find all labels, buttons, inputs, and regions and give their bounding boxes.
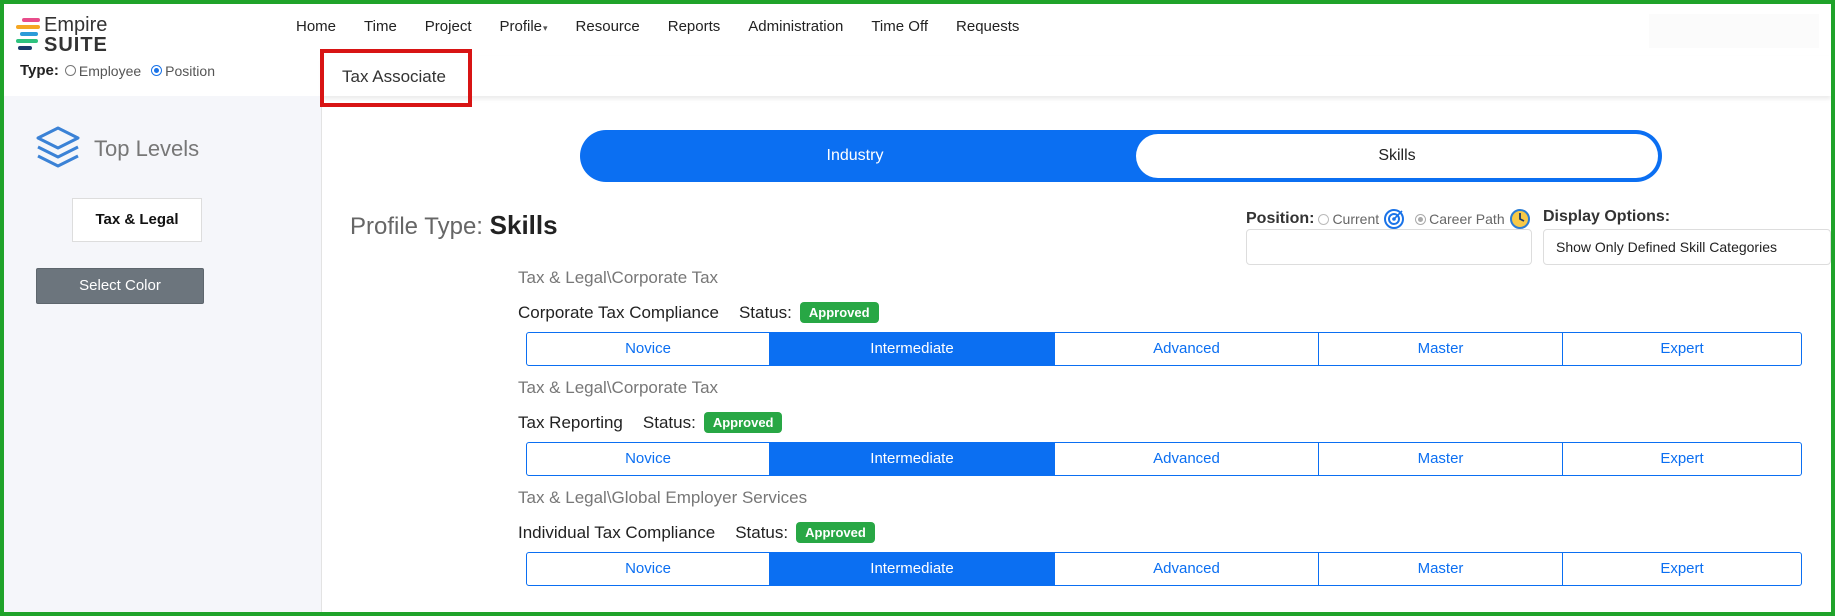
type-label: Type: — [20, 62, 59, 79]
nav-profile-label: Profile — [499, 18, 543, 35]
nav-home[interactable]: Home — [296, 18, 336, 35]
skill-level-selector: Novice Intermediate Advanced Master Expe… — [526, 332, 1802, 366]
clock-icon — [1509, 209, 1530, 229]
level-expert[interactable]: Expert — [1563, 443, 1801, 475]
nav-menu: Home Time Project Profile▾ Resource Repo… — [296, 18, 1047, 35]
type-selector: Type: Employee Position — [20, 62, 215, 79]
skill-name: Individual Tax Compliance — [518, 522, 716, 542]
skill-header: Individual Tax Compliance Status: Approv… — [518, 522, 875, 543]
level-master[interactable]: Master — [1319, 333, 1563, 365]
display-options-select[interactable]: Show Only Defined Skill Categories — [1543, 229, 1831, 265]
skill-header: Tax Reporting Status: Approved — [518, 412, 783, 433]
skill-level-selector: Novice Intermediate Advanced Master Expe… — [526, 552, 1802, 586]
nav-reports[interactable]: Reports — [668, 18, 721, 35]
skill-name: Tax Reporting — [518, 412, 623, 432]
level-intermediate[interactable]: Intermediate — [770, 333, 1055, 365]
sidebar-heading: Top Levels — [94, 136, 200, 161]
type-position-label: Position — [165, 62, 215, 79]
status-badge: Approved — [703, 412, 783, 433]
status-label: Status: — [735, 522, 789, 542]
nav-profile[interactable]: Profile▾ — [499, 18, 547, 35]
nav-time-off[interactable]: Time Off — [871, 18, 928, 35]
page-title: Tax Associate — [342, 67, 446, 86]
top-navigation: Empire SUITE Home Time Project Profile▾ … — [4, 4, 1831, 56]
type-employee-radio[interactable] — [64, 65, 76, 76]
level-intermediate[interactable]: Intermediate — [770, 443, 1055, 475]
target-icon — [1384, 209, 1405, 229]
profile-type-value: Skills — [489, 210, 558, 240]
nav-administration[interactable]: Administration — [748, 18, 843, 35]
level-novice[interactable]: Novice — [527, 443, 770, 475]
level-novice[interactable]: Novice — [527, 553, 770, 585]
position-options: Position: Current Career Path — [1246, 208, 1531, 230]
skill-category-path: Tax & Legal\Corporate Tax — [518, 378, 719, 397]
type-employee-label: Employee — [78, 62, 142, 79]
position-current-radio[interactable] — [1318, 213, 1330, 225]
level-master[interactable]: Master — [1319, 553, 1563, 585]
type-position-radio[interactable] — [151, 65, 163, 76]
level-advanced[interactable]: Advanced — [1055, 443, 1319, 475]
position-current-label: Current — [1332, 211, 1380, 227]
chevron-down-icon: ▾ — [543, 23, 548, 33]
level-expert[interactable]: Expert — [1563, 553, 1801, 585]
level-intermediate[interactable]: Intermediate — [770, 553, 1055, 585]
level-master[interactable]: Master — [1319, 443, 1563, 475]
level-novice[interactable]: Novice — [527, 333, 770, 365]
nav-requests[interactable]: Requests — [956, 18, 1019, 35]
skill-level-selector: Novice Intermediate Advanced Master Expe… — [526, 442, 1802, 476]
status-label: Status: — [738, 302, 792, 322]
tab-industry[interactable]: Industry — [580, 130, 1130, 182]
status-badge: Approved — [796, 522, 875, 543]
level-advanced[interactable]: Advanced — [1055, 553, 1319, 585]
skill-header: Corporate Tax Compliance Status: Approve… — [518, 302, 879, 323]
logo-text-suite: SUITE — [44, 34, 108, 56]
skill-item: Tax & Legal\Corporate Tax Corporate Tax … — [518, 268, 1802, 366]
position-label: Position: — [1246, 210, 1315, 227]
profile-type-heading: Profile Type: Skills — [350, 210, 558, 241]
title-bar — [322, 56, 1831, 96]
profile-tab-toggle: Industry Skills — [580, 130, 1662, 182]
skill-category-path: Tax & Legal\Global Employer Services — [518, 488, 808, 507]
level-advanced[interactable]: Advanced — [1055, 333, 1319, 365]
sidebar-item-tax-legal[interactable]: Tax & Legal — [72, 198, 202, 242]
tab-skills[interactable]: Skills — [1136, 134, 1658, 178]
select-color-button[interactable]: Select Color — [36, 268, 204, 304]
logo-icon — [16, 18, 44, 50]
sidebar: Top Levels Tax & Legal Select Color — [4, 96, 322, 612]
nav-time[interactable]: Time — [364, 18, 397, 35]
skill-item: Tax & Legal\Global Employer Services Ind… — [518, 488, 1802, 586]
layers-icon — [36, 126, 80, 168]
nav-resource[interactable]: Resource — [576, 18, 640, 35]
empire-suite-logo[interactable]: Empire SUITE — [12, 10, 122, 56]
position-career-path-radio[interactable] — [1415, 213, 1427, 225]
display-options-label: Display Options: — [1543, 208, 1671, 225]
level-expert[interactable]: Expert — [1563, 333, 1801, 365]
profile-type-label: Profile Type: — [350, 213, 483, 240]
skill-name: Corporate Tax Compliance — [518, 302, 719, 322]
nav-project[interactable]: Project — [425, 18, 472, 35]
skill-category-path: Tax & Legal\Corporate Tax — [518, 268, 719, 287]
position-career-path-label: Career Path — [1429, 211, 1505, 227]
skill-item: Tax & Legal\Corporate Tax Tax Reporting … — [518, 378, 1802, 476]
nav-user-area — [1649, 14, 1819, 48]
status-badge: Approved — [799, 302, 879, 323]
status-label: Status: — [642, 412, 696, 432]
position-input[interactable] — [1246, 229, 1532, 265]
